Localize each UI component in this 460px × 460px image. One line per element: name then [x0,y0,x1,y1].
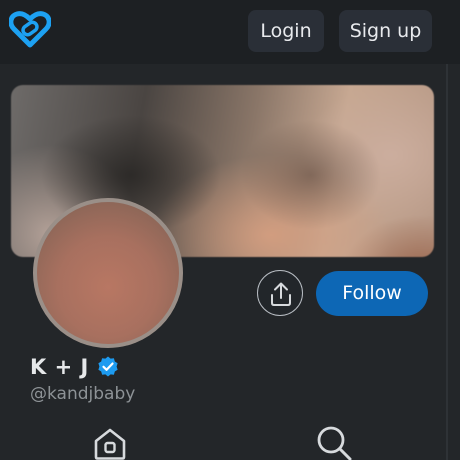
avatar[interactable] [33,198,183,348]
share-upload-icon [271,282,291,306]
verified-badge-icon [98,356,118,377]
login-button[interactable]: Login [248,10,324,52]
search-icon[interactable] [316,425,352,460]
user-handle: @kandjbaby [30,384,136,404]
heart-link-logo-icon[interactable] [9,10,51,48]
column-divider [446,64,448,460]
display-name-row: K + J [30,352,120,382]
sign-up-button[interactable]: Sign up [339,10,432,52]
share-button[interactable] [257,270,303,316]
home-icon[interactable] [93,427,127,460]
display-name: K + J [30,355,89,379]
top-bar: Login Sign up [0,0,460,64]
follow-button[interactable]: Follow [316,271,428,316]
profile-page: Login Sign up Follow K + J @kandjbaby [0,0,460,460]
